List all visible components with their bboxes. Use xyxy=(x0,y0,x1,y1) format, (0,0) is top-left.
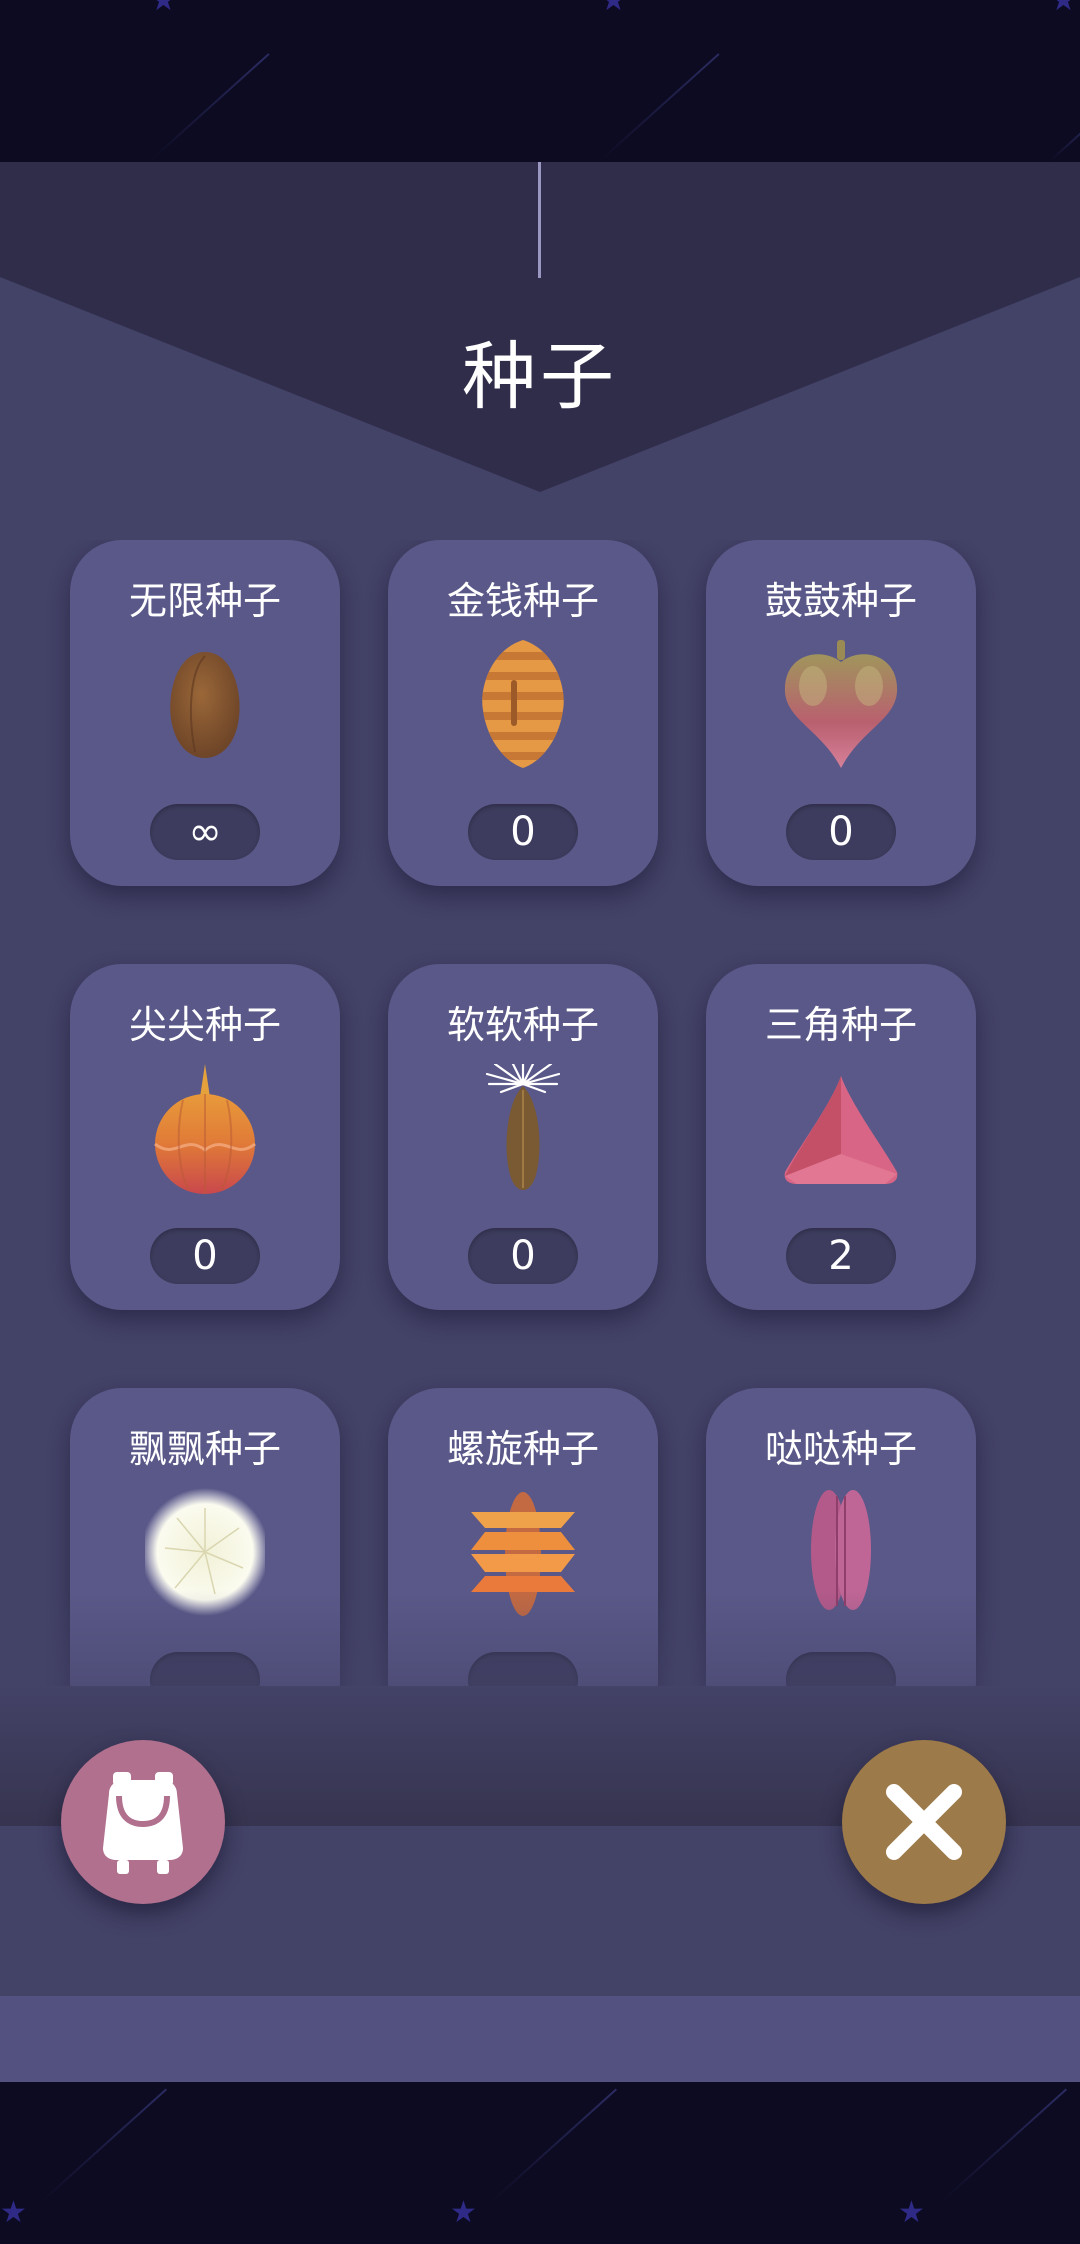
close-button[interactable] xyxy=(842,1740,1006,1904)
page-title: 种子 xyxy=(462,334,618,420)
striped-orange-seed-icon xyxy=(482,640,564,768)
bottom-band xyxy=(0,1996,1080,2082)
puffy-heart-seed-icon xyxy=(784,640,898,768)
seed-panel: 种子 无限种子 ∞ 金钱种子 0 鼓鼓种子 0 尖尖种子 0 软软种子 0 三角… xyxy=(0,162,1080,1996)
close-icon xyxy=(886,1784,962,1860)
seed-name: 金钱种子 xyxy=(446,579,599,623)
star-icon: ★ xyxy=(450,2195,477,2230)
seed-count: 0 xyxy=(786,804,896,860)
light-streak xyxy=(599,53,720,162)
tufted-seed-icon xyxy=(485,1064,561,1190)
pointed-round-seed-icon xyxy=(154,1064,256,1194)
spiral-seed-icon xyxy=(471,1492,575,1616)
seed-card[interactable]: 软软种子 0 xyxy=(388,964,658,1310)
almond-seed-icon xyxy=(170,652,240,758)
light-streak xyxy=(39,2088,168,2204)
bottom-background: ★ ★ ★ xyxy=(0,2082,1080,2244)
seed-card[interactable]: 尖尖种子 0 xyxy=(70,964,340,1310)
backpack-button[interactable] xyxy=(61,1740,225,1904)
seed-name: 哒哒种子 xyxy=(764,1427,917,1471)
star-icon: ★ xyxy=(600,0,627,18)
seed-card[interactable]: 无限种子 ∞ xyxy=(70,540,340,886)
dandelion-seed-icon xyxy=(145,1488,265,1616)
light-streak xyxy=(149,53,270,162)
hanging-line xyxy=(538,162,541,278)
seed-name: 三角种子 xyxy=(764,1003,917,1047)
seed-card[interactable]: 飘飘种子 xyxy=(70,1388,340,1734)
seed-name: 飘飘种子 xyxy=(128,1427,281,1471)
light-streak xyxy=(939,2088,1068,2204)
triangle-seed-icon xyxy=(784,1076,898,1184)
seed-card[interactable]: 螺旋种子 xyxy=(388,1388,658,1734)
seed-name: 尖尖种子 xyxy=(128,1003,281,1047)
backpack-icon xyxy=(103,1772,183,1874)
seed-name: 鼓鼓种子 xyxy=(764,579,917,623)
seed-card[interactable]: 哒哒种子 xyxy=(706,1388,976,1734)
seed-count: 0 xyxy=(468,1228,578,1284)
seed-count: 0 xyxy=(150,1228,260,1284)
seed-name: 螺旋种子 xyxy=(446,1427,599,1471)
light-streak xyxy=(1049,120,1080,162)
seed-card[interactable]: 金钱种子 0 xyxy=(388,540,658,886)
seed-count: 2 xyxy=(786,1228,896,1284)
pink-pod-seed-icon xyxy=(811,1490,871,1610)
light-streak xyxy=(489,2088,618,2204)
seed-count: 0 xyxy=(468,804,578,860)
star-icon: ★ xyxy=(1050,0,1077,18)
seed-card[interactable]: 三角种子 2 xyxy=(706,964,976,1310)
star-icon: ★ xyxy=(0,2195,27,2230)
star-icon: ★ xyxy=(150,0,177,18)
seed-grid[interactable]: 无限种子 ∞ 金钱种子 0 鼓鼓种子 0 尖尖种子 0 软软种子 0 三角种子 … xyxy=(0,540,1080,1848)
star-icon: ★ xyxy=(898,2195,925,2230)
seed-name: 无限种子 xyxy=(128,579,281,623)
seed-name: 软软种子 xyxy=(446,1003,599,1047)
seed-card[interactable]: 鼓鼓种子 0 xyxy=(706,540,976,886)
seed-count: ∞ xyxy=(150,804,260,860)
